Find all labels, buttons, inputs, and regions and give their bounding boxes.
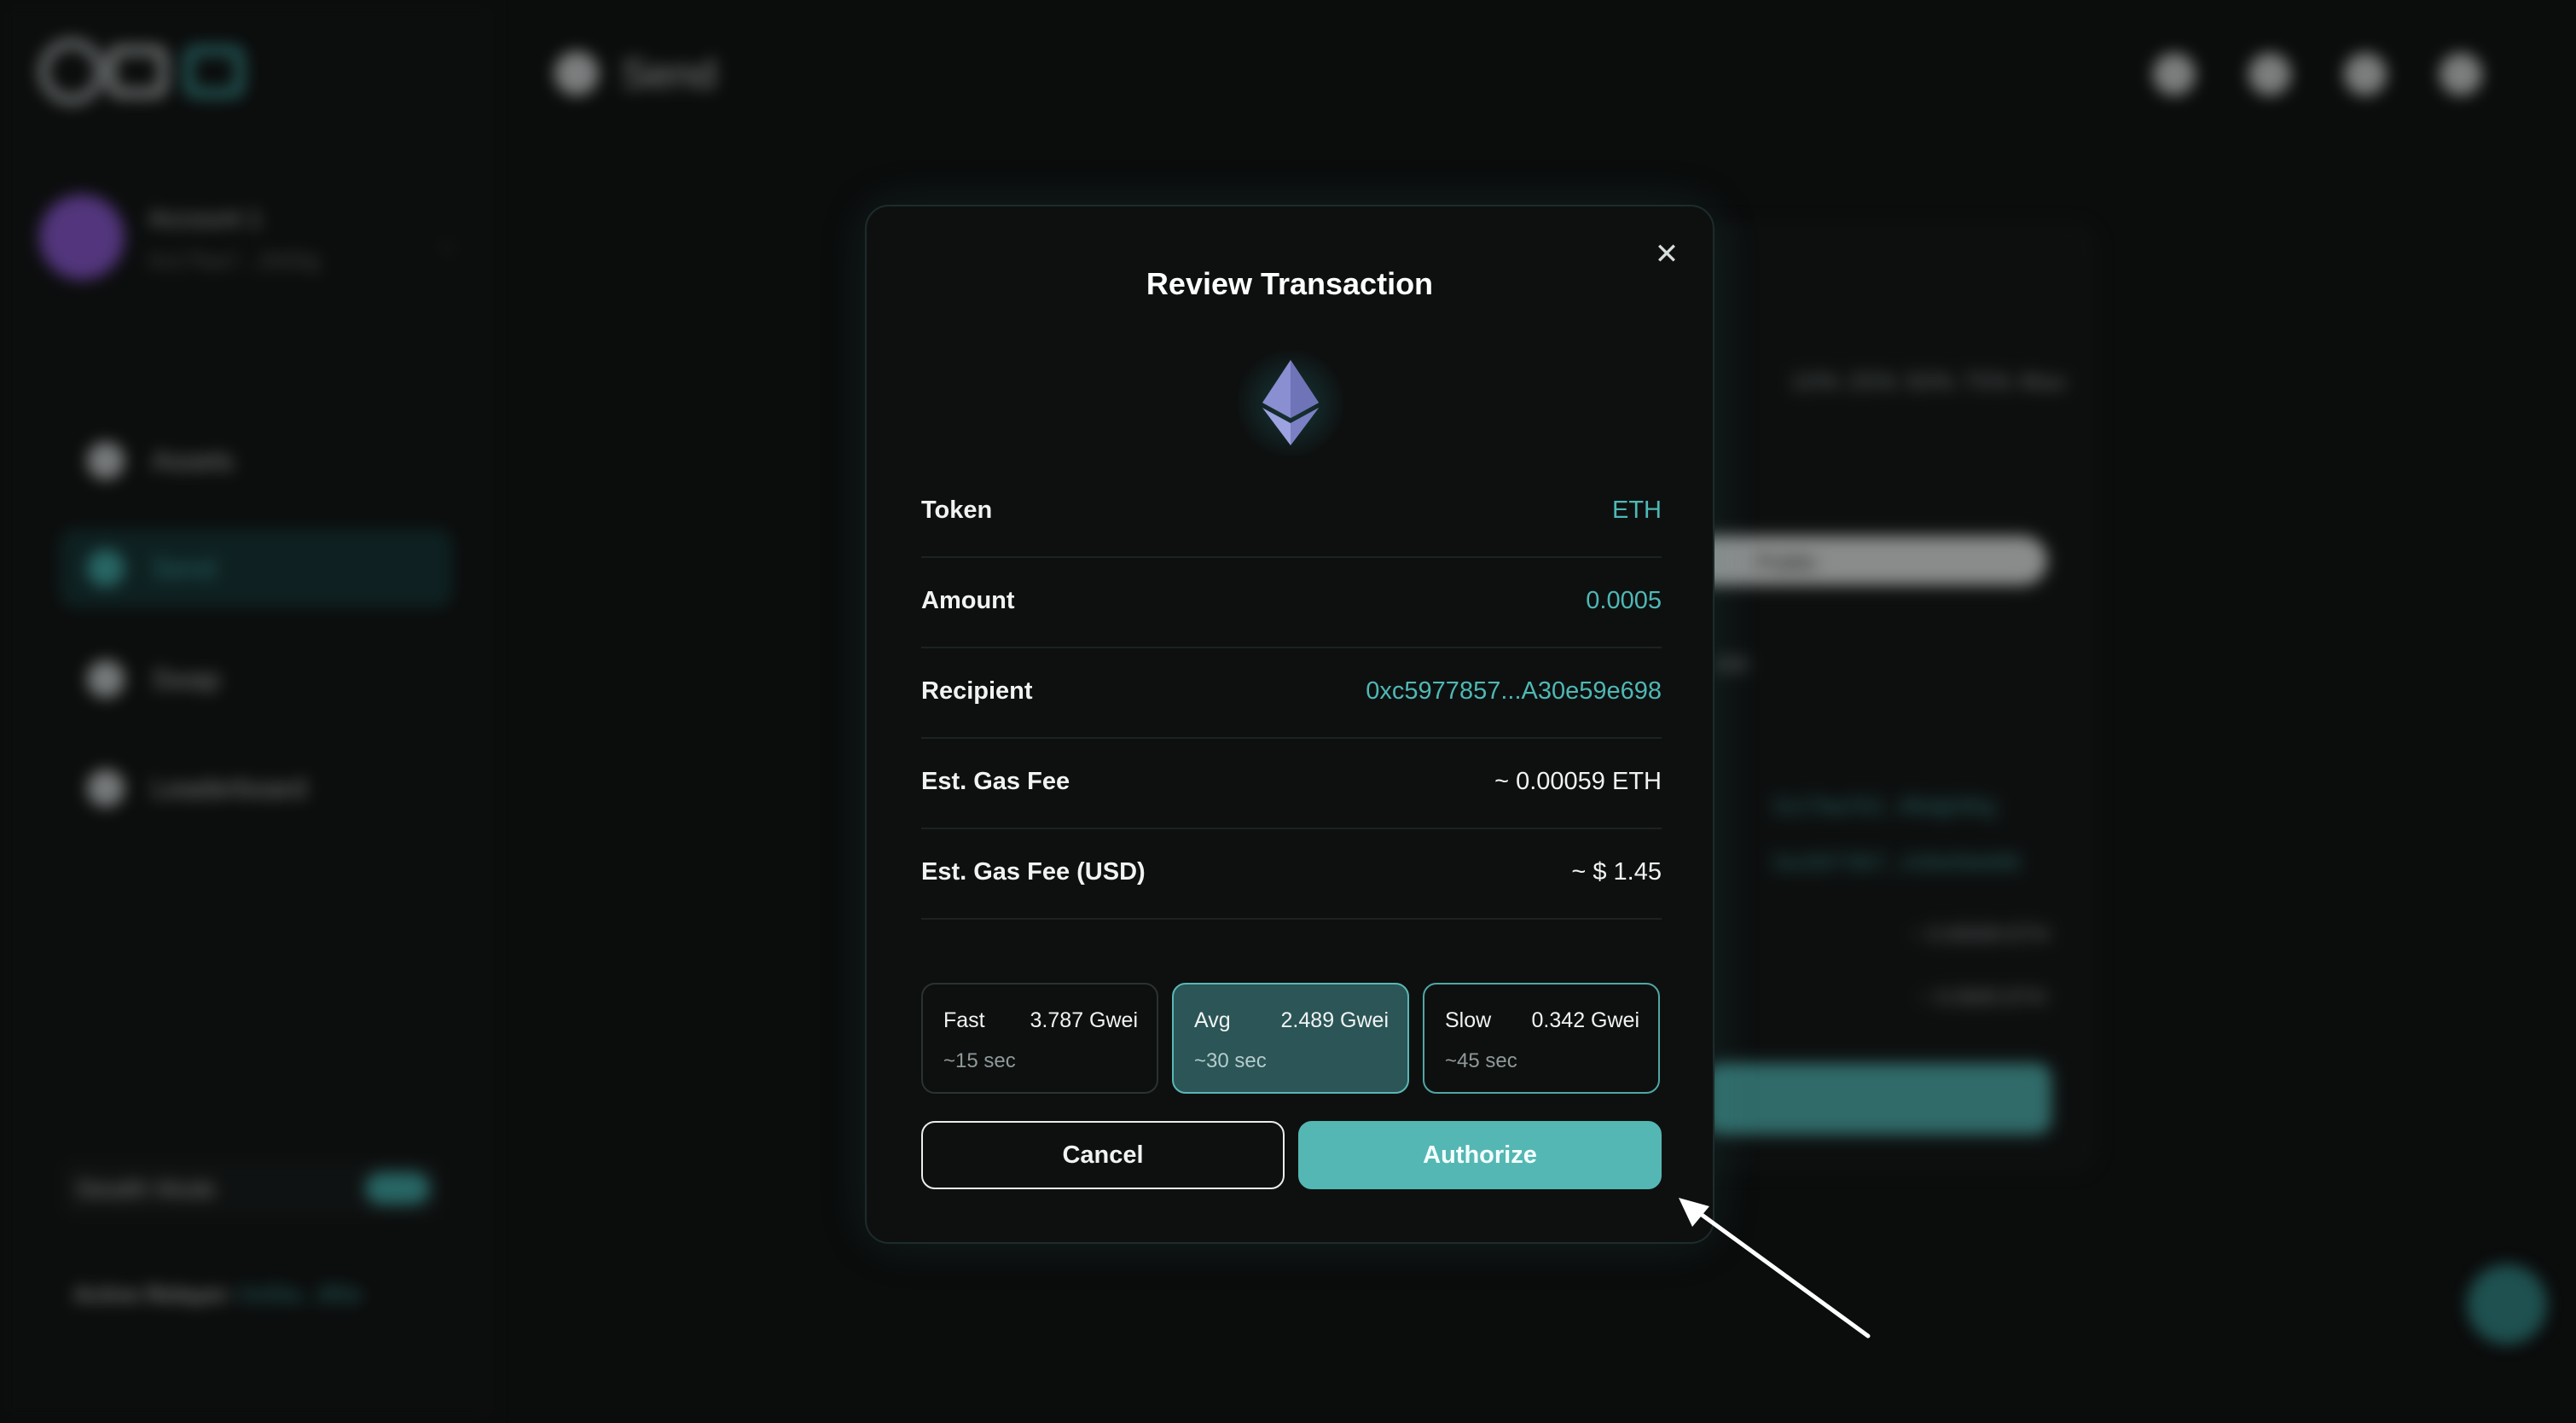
from-address: 0x17faa7b3...4fbdgh9hg (1774, 795, 1995, 818)
recipient-value: 0xc5977857...A30e59e698 (1366, 677, 1662, 705)
cancel-button[interactable]: Cancel (921, 1121, 1285, 1189)
sidebar-item-label: Leaderboard (152, 773, 307, 804)
row-label: Amount (921, 587, 1015, 614)
gas-option-slow[interactable]: Slow 0.342 Gwei ~45 sec (1423, 983, 1660, 1094)
token-row: Token ETH (921, 466, 1662, 558)
review-transaction-modal: ✕ Review Transaction Token ETH Amount 0.… (865, 205, 1714, 1244)
gas-option-time: ~45 sec (1445, 1049, 1517, 1072)
gas-option-time: ~15 sec (943, 1049, 1016, 1072)
gas-option-gwei: 0.342 Gwei (1531, 1008, 1639, 1032)
row-label: Recipient (921, 677, 1033, 705)
home-icon (87, 442, 125, 479)
stealth-mode-row: Stealth Mode (60, 1159, 444, 1218)
sidebar-item-label: Assets (152, 445, 235, 476)
token-logo (1235, 348, 1346, 459)
active-relayer: Active Relayer: 0x00a...8f0e (73, 1281, 363, 1307)
row-label: Est. Gas Fee (USD) (921, 858, 1146, 886)
token-value: ETH (1612, 497, 1662, 524)
to-address: 0xc5977857...A30e59e698 (1774, 851, 2019, 874)
relayer-address: 0x00a...8f0e (240, 1281, 363, 1307)
send-icon (554, 51, 599, 96)
row-label: Token (921, 497, 993, 524)
gas-option-gwei: 2.489 Gwei (1280, 1008, 1389, 1032)
gas-option-fast[interactable]: Fast 3.787 Gwei ~15 sec (921, 983, 1158, 1094)
chat-icon[interactable] (2467, 1264, 2547, 1345)
send-button[interactable] (1706, 1063, 2051, 1135)
sidebar-item-send[interactable]: Send (60, 529, 452, 607)
sidebar-item-leaderboard[interactable]: Leaderboard (60, 749, 452, 828)
gas-option-name: Avg (1194, 1008, 1231, 1032)
sidebar: Account 1 0x17faa7...2b50g ⌄ Assets Send… (0, 0, 492, 1423)
power-icon[interactable] (2440, 53, 2482, 96)
globe-icon[interactable] (2153, 53, 2196, 96)
public-toggle[interactable]: Public (1689, 536, 2047, 585)
app-logo (39, 39, 252, 104)
sidebar-item-label: Swap (152, 664, 221, 694)
row-label: Est. Gas Fee (921, 768, 1070, 795)
fee-estimate: ~ 0.00059 ETH (1911, 923, 2050, 946)
authorize-button[interactable]: Authorize (1298, 1121, 1662, 1189)
gas-option-avg[interactable]: Avg 2.489 Gwei ~30 sec (1172, 983, 1409, 1094)
swap-icon (87, 660, 125, 698)
fee-estimate-2: ~ 0.0005 ETH (1919, 986, 2046, 1009)
modal-title: Review Transaction (1146, 266, 1434, 301)
sidebar-item-label: Send (152, 553, 216, 584)
settings-icon[interactable] (2344, 53, 2387, 96)
gas-fee-usd-row: Est. Gas Fee (USD) ~ $ 1.45 (921, 828, 1662, 920)
stealth-mode-label: Stealth Mode (75, 1176, 216, 1202)
sidebar-item-assets[interactable]: Assets (60, 421, 452, 500)
cursor-arrow-icon (1679, 1198, 1871, 1339)
gas-option-name: Fast (943, 1008, 985, 1032)
sidebar-item-swap[interactable]: Swap (60, 640, 452, 718)
gas-fee-value: ~ 0.00059 ETH (1494, 768, 1662, 795)
stealth-mode-toggle[interactable] (365, 1172, 430, 1205)
gas-fee-usd-value: ~ $ 1.45 (1571, 858, 1662, 886)
trophy-icon (87, 770, 125, 807)
recipient-row: Recipient 0xc5977857...A30e59e698 (921, 647, 1662, 739)
page-title: Send (621, 52, 717, 97)
avatar (39, 195, 125, 280)
send-icon (87, 549, 125, 587)
amount-row: Amount 0.0005 (921, 556, 1662, 648)
gas-option-name: Slow (1445, 1008, 1492, 1032)
percent-buttons[interactable]: 10% 25% 50% 75% Max (1791, 369, 2068, 395)
help-icon[interactable] (2248, 53, 2291, 96)
account-switcher[interactable]: Account 1 0x17faa7...2b50g ⌄ (39, 195, 457, 288)
amount-value: 0.0005 (1586, 587, 1662, 614)
gas-fee-row: Est. Gas Fee ~ 0.00059 ETH (921, 737, 1662, 829)
account-name: Account 1 (148, 205, 263, 233)
gas-option-gwei: 3.787 Gwei (1030, 1008, 1138, 1032)
account-address: 0x17faa7...2b50g (148, 247, 320, 273)
ethereum-icon (1262, 360, 1319, 445)
chevron-down-icon: ⌄ (437, 229, 457, 256)
amount-fragment: 005 (1714, 653, 1749, 677)
gas-option-time: ~30 sec (1194, 1049, 1267, 1072)
